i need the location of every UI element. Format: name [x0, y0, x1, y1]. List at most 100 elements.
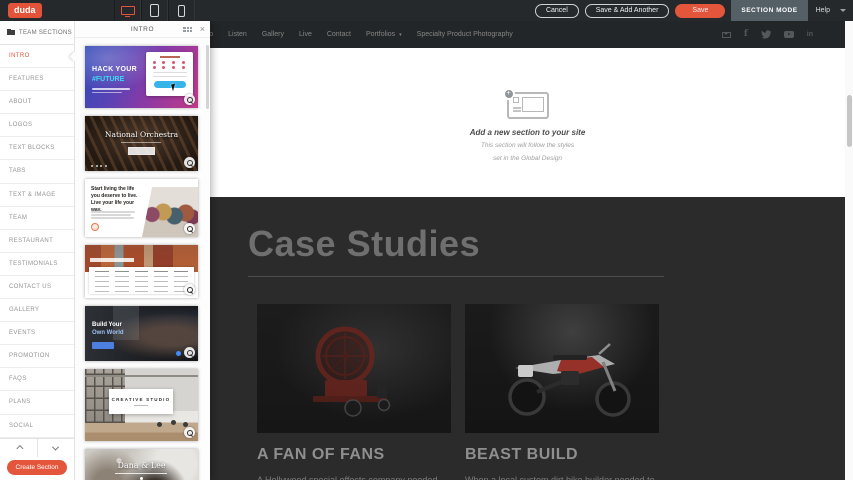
sidebar-item-gallery[interactable]: GALLERY — [0, 299, 74, 322]
sidebar-item-tabs[interactable]: TABS — [0, 160, 74, 183]
help-menu[interactable]: Help — [816, 7, 830, 14]
sidebar-item-events[interactable]: EVENTS — [0, 322, 74, 345]
sidebar-item-features[interactable]: FEATURES — [0, 68, 74, 91]
thumb-cta-button — [128, 147, 155, 155]
cancel-button[interactable]: Cancel — [535, 4, 579, 18]
nav-link-contact[interactable]: Contact — [327, 31, 351, 38]
sidebar-item-text-image[interactable]: TEXT & IMAGE — [0, 184, 74, 207]
sidebar-item-faqs[interactable]: FAQS — [0, 368, 74, 391]
section-mode-badge: SECTION MODE — [731, 0, 807, 21]
panel-scrollbar-thumb[interactable] — [206, 45, 209, 109]
youtube-icon[interactable] — [784, 31, 794, 38]
sidebar-item-about[interactable]: ABOUT — [0, 91, 74, 114]
portfolios-caret-icon[interactable]: ▾ — [399, 32, 402, 38]
sidebar-item-intro[interactable]: INTRO — [0, 45, 74, 68]
sidebar-item-testimonials[interactable]: TESTIMONIALS — [0, 253, 74, 276]
thumb-title: CREATIVE STUDIO — [109, 397, 173, 402]
text-bar — [92, 88, 130, 90]
chat-bubble-icon — [176, 351, 181, 356]
email-icon[interactable] — [722, 32, 731, 38]
preview-magnifier-icon[interactable] — [184, 94, 195, 105]
thumbnail-national-orchestra[interactable]: National Orchestra — [85, 116, 198, 171]
help-caret-icon[interactable] — [840, 9, 846, 12]
sidebar-item-team[interactable]: TEAM — [0, 207, 74, 230]
toolbar-actions: Cancel Save & Add Another Save SECTION M… — [535, 0, 853, 21]
linkedin-icon[interactable]: in — [807, 31, 813, 38]
page-scrollbar-thumb[interactable] — [847, 95, 852, 147]
site-canvas: Bio Listen Gallery Live Contact Portfoli… — [210, 21, 845, 480]
sidebar-item-social[interactable]: SOCIAL — [0, 415, 74, 438]
subtitle-bar — [134, 405, 148, 406]
desktop-icon — [121, 6, 135, 15]
thumbnail-creative-studio[interactable]: CREATIVE STUDIO — [85, 369, 198, 441]
scroll-down-button[interactable] — [37, 439, 75, 457]
section-category-sidebar: TEAM SECTIONS INTRO FEATURES ABOUT LOGOS… — [0, 21, 75, 480]
twitter-icon[interactable] — [761, 30, 771, 39]
add-section-dropzone[interactable]: + Add a new section to your site This se… — [210, 48, 845, 218]
sidebar-item-contact-us[interactable]: CONTACT US — [0, 276, 74, 299]
preview-magnifier-icon[interactable] — [184, 427, 195, 438]
sidebar-item-promotion[interactable]: PROMOTION — [0, 345, 74, 368]
ceiling-beam — [85, 375, 198, 377]
text-bar — [91, 214, 131, 216]
nav-link-listen[interactable]: Listen — [228, 31, 247, 38]
nav-link-specialty[interactable]: Specialty Product Photography — [417, 31, 513, 38]
thumbnail-hack-your-future[interactable]: HACK YOUR #FUTURE — [85, 46, 198, 108]
sidebar-item-restaurant[interactable]: RESTAURANT — [0, 230, 74, 253]
sidebar-header-label: TEAM SECTIONS — [19, 30, 72, 36]
folder-icon — [7, 30, 15, 35]
thumb-title: National Orchestra — [85, 130, 198, 139]
grid-view-icon[interactable] — [183, 27, 192, 32]
preview-magnifier-icon[interactable] — [184, 284, 195, 295]
tablet-view-button[interactable] — [141, 0, 168, 21]
nav-link-gallery[interactable]: Gallery — [262, 31, 284, 38]
nav-link-portfolios[interactable]: Portfolios — [366, 31, 395, 38]
fan-machine-art — [257, 304, 451, 433]
sidebar-item-logos[interactable]: LOGOS — [0, 114, 74, 137]
social-links: f in — [722, 21, 813, 48]
sidebar-footer: Create Section — [0, 438, 74, 480]
photo-caption-bar — [90, 258, 134, 262]
placeholder-square — [513, 97, 519, 103]
thumb-title-accent: #FUTURE — [92, 76, 124, 83]
preview-magnifier-icon[interactable] — [184, 347, 195, 358]
sidebar-item-plans[interactable]: PLANS — [0, 391, 74, 414]
facebook-icon[interactable]: f — [744, 30, 748, 39]
section-title: Case Studies — [248, 223, 845, 265]
studio-card: CREATIVE STUDIO — [109, 389, 173, 414]
case-studies-section: Case Studies — [210, 197, 845, 480]
form-fields-dots — [153, 61, 187, 69]
thumbnail-lifestyle[interactable]: Start living the life you deserve to liv… — [85, 179, 198, 237]
text-bar — [91, 211, 135, 213]
nav-link-live[interactable]: Live — [299, 31, 312, 38]
input-bar — [153, 76, 187, 78]
save-button[interactable]: Save — [675, 4, 725, 18]
thumb-title: HACK YOUR — [92, 66, 137, 73]
text-bar — [92, 92, 122, 94]
input-bar — [153, 72, 187, 74]
slider-dots — [91, 165, 107, 167]
form-title-bar — [160, 56, 180, 58]
preview-magnifier-icon[interactable] — [184, 223, 195, 234]
close-icon[interactable]: × — [200, 23, 205, 36]
section-thumbnail-list: HACK YOUR #FUTURE National Orchestra — [75, 38, 210, 480]
mobile-view-button[interactable] — [168, 0, 195, 21]
device-switcher — [114, 0, 195, 21]
thumbnail-dana-and-lee[interactable]: Dana & Lee — [85, 449, 198, 480]
thumb-title: Build Your — [92, 322, 122, 328]
desktop-view-button[interactable] — [114, 0, 141, 21]
create-section-button[interactable]: Create Section — [7, 460, 67, 475]
save-add-another-button[interactable]: Save & Add Another — [585, 4, 670, 18]
thumbnail-travel-table[interactable] — [85, 245, 198, 298]
dirt-bike-art — [465, 304, 659, 433]
thumbnail-build-your-own-world[interactable]: Build Your Own World — [85, 306, 198, 361]
card-title: BEAST BUILD — [465, 446, 659, 464]
sidebar-scroll-arrows — [0, 438, 74, 457]
thumb-title: Dana & Lee — [85, 461, 198, 470]
subtitle-bar — [121, 142, 161, 143]
sidebar-item-text-blocks[interactable]: TEXT BLOCKS — [0, 137, 74, 160]
preview-magnifier-icon[interactable] — [184, 157, 195, 168]
scroll-up-button[interactable] — [0, 439, 37, 457]
thumb-title-accent: Own World — [92, 330, 124, 336]
page-scrollbar[interactable] — [845, 21, 853, 480]
